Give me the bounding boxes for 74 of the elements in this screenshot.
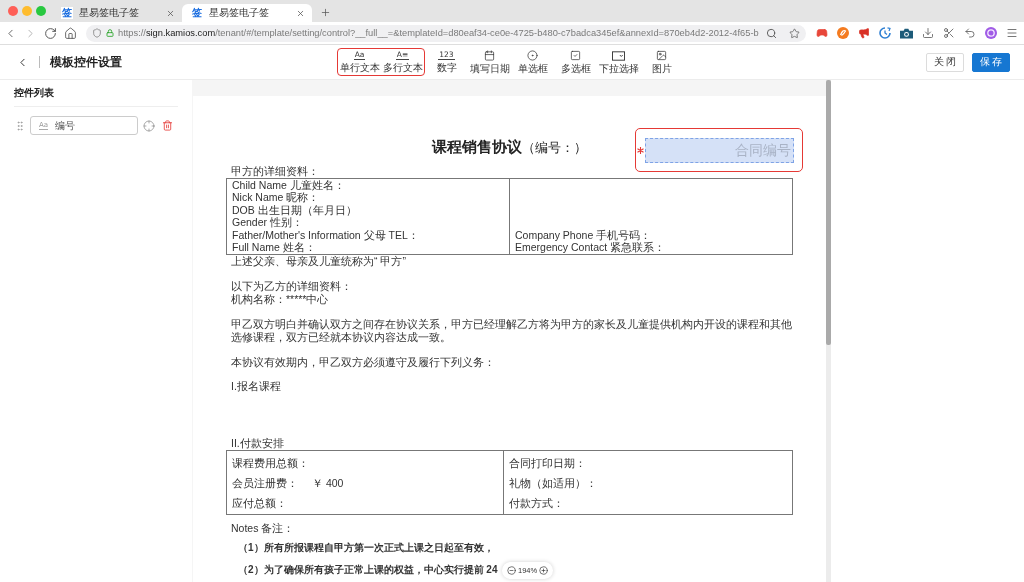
lock-icon	[106, 29, 114, 37]
drag-handle-icon[interactable]	[14, 119, 26, 132]
menu-icon[interactable]	[1006, 27, 1018, 39]
paragraph: 甲乙双方明白并确认双方之间存在协议关系，甲方已经理解乙方将为甲方的家长及儿童提供机构内开设的课程和其他选修课程，双方已经就本协议内容达成一致。	[230, 318, 793, 344]
field-label: Child Name 儿童姓名：	[232, 178, 345, 191]
download-icon[interactable]	[922, 27, 934, 39]
field-label: 礼物（如适用）：	[509, 477, 597, 490]
toolbar-button[interactable]: 下拉选择	[597, 50, 640, 74]
clock-arrow-icon[interactable]	[879, 27, 891, 39]
url-field[interactable]: https://sign.kamios.com/tenant/#/template/setting/control?__full__=&templateId=d80eaf34-ce0e-4725-b480-c7badca345ef&annexId=870eb4d2-2012-4f65-b	[86, 24, 806, 42]
dropdown-icon	[612, 50, 625, 61]
field-label: Company Phone 手机号码：	[515, 228, 652, 241]
note-item: （1）所有所报课程自甲方第一次正式上课之日起至有效，	[237, 541, 494, 554]
home-icon[interactable]	[64, 26, 77, 40]
trash-icon[interactable]	[162, 120, 173, 131]
save-button[interactable]: 保存	[972, 52, 1010, 72]
undo-icon[interactable]	[964, 27, 976, 39]
field-label: 会员注册费：	[232, 477, 298, 490]
section-heading: 以下为乙方的详细资料：	[230, 280, 352, 293]
browser-tab[interactable]: 签 星易签电子签	[52, 4, 182, 22]
crosshair-icon[interactable]	[143, 119, 155, 132]
image-icon	[656, 50, 667, 61]
field-label: Emergency Contact 紧急联系：	[515, 241, 666, 254]
calendar-icon	[484, 50, 495, 61]
checkbox-icon	[570, 50, 581, 61]
toolbar-button[interactable]: 填写日期	[468, 50, 511, 74]
section-heading: II.付款安排	[230, 437, 284, 450]
field-label: 课程费用总额：	[232, 457, 309, 470]
search-icon[interactable]	[766, 27, 777, 39]
section-heading: Notes 备注：	[230, 521, 295, 534]
field-label: Father/Mother's Information 父母 TEL：	[232, 228, 419, 241]
gamepad-icon[interactable]	[816, 27, 828, 39]
close-button[interactable]: 关闭	[926, 52, 964, 72]
favicon: 签	[191, 7, 203, 19]
plus-icon[interactable]	[320, 6, 331, 18]
swirl-icon[interactable]	[837, 27, 849, 39]
scrollbar-thumb[interactable]	[826, 80, 831, 345]
zoom-out-icon[interactable]	[507, 566, 516, 575]
sidebar-title: 控件列表	[14, 87, 55, 99]
toolbar-button[interactable]: 单选框	[511, 50, 554, 74]
url-text: https://sign.kamios.com/tenant/#/template/setting/control?__full__=&templateId=d80eaf34-ce0e-4725-b480-c7badca345ef&annexId=870eb4d2-2012-4f65-b	[118, 28, 759, 38]
close-icon[interactable]	[296, 8, 305, 18]
field-label: 合同打印日期：	[509, 457, 586, 470]
field-label: 付款方式：	[509, 497, 564, 510]
radio-icon	[527, 50, 538, 61]
star-icon[interactable]	[789, 27, 800, 39]
document-title: 课程销售协议（编号：）	[432, 137, 587, 157]
favicon: 签	[61, 7, 73, 19]
scissors-icon[interactable]	[943, 27, 955, 39]
reload-icon[interactable]	[44, 26, 57, 40]
note-item: （2）为了确保所有孩子正常上课的权益，中心实行提前 24	[237, 563, 498, 576]
field-label: Nick Name 昵称：	[232, 191, 320, 204]
round-badge-icon[interactable]	[985, 27, 997, 39]
field-label: DOB 出生日期（年月日）	[232, 203, 357, 216]
doc-text: 机构名称：*****中心	[230, 292, 329, 305]
field-label: 应付总额：	[232, 497, 287, 510]
window-close-button[interactable]	[8, 6, 18, 16]
megaphone-icon[interactable]	[858, 27, 870, 39]
field-label: Gender 性别：	[232, 216, 303, 229]
zoom-in-icon[interactable]	[539, 566, 549, 575]
close-icon[interactable]	[166, 8, 175, 18]
field-label: Full Name 姓名：	[232, 241, 316, 254]
scrollbar-track[interactable]	[826, 80, 831, 582]
toolbar-button[interactable]: 多选框	[554, 50, 597, 74]
doc-text: 上述父亲、母亲及儿童统称为“ 甲方”	[230, 254, 406, 267]
page-title: 模板控件设置	[50, 54, 122, 70]
camera-icon[interactable]	[900, 27, 913, 39]
doc-text: 本协议有效期内，甲乙双方必须遵守及履行下列义务：	[230, 356, 495, 369]
toolbar-button[interactable]: 图片	[640, 50, 683, 74]
field-value: ￥ 400	[312, 477, 344, 490]
section-heading: I.报名课程	[230, 379, 281, 392]
browser-tab[interactable]: 签 星易签电子签	[182, 4, 312, 22]
section-heading: 甲方的详细资料：	[230, 165, 319, 178]
shield-icon[interactable]	[92, 28, 102, 38]
